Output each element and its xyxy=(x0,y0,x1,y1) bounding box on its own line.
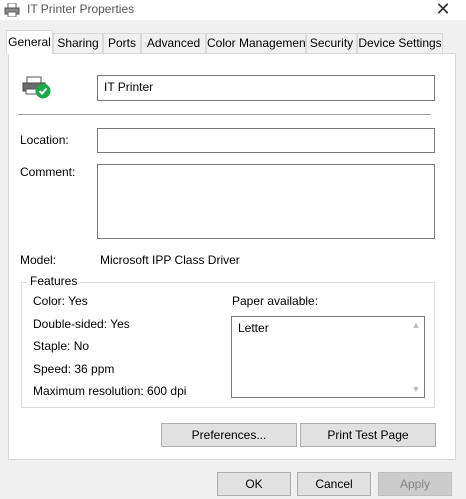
printer-name-input[interactable]: IT Printer xyxy=(97,75,435,101)
cancel-button[interactable]: Cancel xyxy=(297,472,371,496)
location-label: Location: xyxy=(20,133,69,147)
preferences-button[interactable]: Preferences... xyxy=(161,423,297,447)
close-icon: ✕ xyxy=(435,0,451,19)
close-button[interactable]: ✕ xyxy=(430,0,456,20)
feature-double-sided: Double-sided: Yes xyxy=(33,317,130,331)
print-test-page-button[interactable]: Print Test Page xyxy=(300,423,436,447)
chevron-up-icon[interactable]: ▲ xyxy=(411,320,421,330)
window-title: IT Printer Properties xyxy=(27,2,135,16)
tab-sharing[interactable]: Sharing xyxy=(53,33,103,53)
printer-icon xyxy=(4,3,20,17)
feature-max-resolution: Maximum resolution: 600 dpi xyxy=(33,384,187,398)
location-input[interactable] xyxy=(97,128,435,153)
tab-ports[interactable]: Ports xyxy=(103,33,141,53)
paper-available-label: Paper available: xyxy=(232,294,319,308)
comment-textarea[interactable] xyxy=(97,164,435,239)
chevron-down-icon[interactable]: ▼ xyxy=(411,384,421,394)
title-bar: IT Printer Properties ✕ xyxy=(0,0,466,20)
ok-button[interactable]: OK xyxy=(217,472,291,496)
paper-listbox[interactable]: Letter ▲ ▼ xyxy=(231,316,425,398)
tab-security[interactable]: Security xyxy=(306,33,357,53)
tab-advanced[interactable]: Advanced xyxy=(141,33,206,53)
features-title: Features xyxy=(27,274,81,288)
scrollbar[interactable]: ▲ ▼ xyxy=(408,317,424,397)
printer-ready-icon xyxy=(22,76,51,99)
tab-device-settings[interactable]: Device Settings xyxy=(357,33,443,53)
tab-general[interactable]: General xyxy=(6,30,53,54)
tab-color-management[interactable]: Color Management xyxy=(206,33,309,53)
list-item[interactable]: Letter xyxy=(238,321,269,335)
model-value: Microsoft IPP Class Driver xyxy=(100,253,240,267)
tab-strip: General Sharing Ports Advanced Color Man… xyxy=(0,30,466,54)
divider xyxy=(18,114,431,115)
comment-label: Comment: xyxy=(20,165,76,179)
feature-speed: Speed: 36 ppm xyxy=(33,362,115,376)
feature-staple: Staple: No xyxy=(33,339,90,353)
apply-button[interactable]: Apply xyxy=(378,472,452,496)
model-label: Model: xyxy=(20,253,57,267)
feature-color: Color: Yes xyxy=(33,294,88,308)
